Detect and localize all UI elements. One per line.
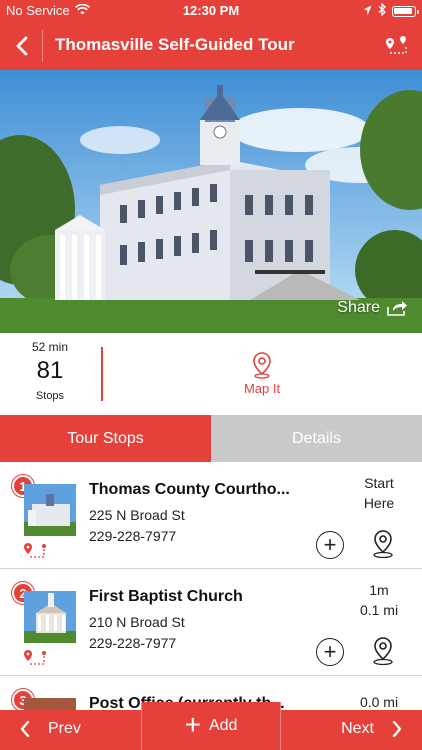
prev-label: Prev <box>48 720 81 737</box>
list-item[interactable]: 1 Thomas County Courtho... 225 N Broad S… <box>0 462 422 569</box>
chevron-left-icon <box>16 36 28 56</box>
stops-label: Stops <box>35 390 65 402</box>
map-pin-icon <box>373 530 393 559</box>
stop-distance: Start Here <box>352 473 406 513</box>
page-title: Thomasville Self-Guided Tour <box>55 35 295 54</box>
map-pin-icon <box>373 637 393 666</box>
stop-meta-line2: Here <box>363 495 395 511</box>
stop-thumbnail <box>24 591 76 643</box>
share-icon <box>387 301 407 316</box>
stops-list: 1 Thomas County Courtho... 225 N Broad S… <box>0 462 422 710</box>
stop-phone[interactable]: 229-228-7977 <box>89 635 176 651</box>
stop-count: 81 <box>36 357 64 384</box>
map-it-label: Map It <box>243 381 281 396</box>
route-icon <box>386 36 407 54</box>
map-pin-icon <box>253 352 271 379</box>
map-it-button[interactable]: Map It <box>222 351 302 396</box>
route-icon <box>22 542 48 560</box>
share-button[interactable]: Share <box>337 299 408 317</box>
prev-button[interactable]: Prev <box>20 720 81 738</box>
stop-name: Thomas County Courtho... <box>89 481 290 498</box>
list-item[interactable]: 2 First Baptist Church 210 N Broad St 22… <box>0 569 422 676</box>
share-label: Share <box>337 299 380 316</box>
plus-icon: + <box>323 639 337 664</box>
plus-icon: + <box>323 532 337 557</box>
next-button[interactable]: Next <box>341 720 402 738</box>
stop-meta-line1: 0.0 mi <box>359 694 399 710</box>
stop-map-button[interactable] <box>369 529 397 559</box>
stop-address: 210 N Broad St <box>89 614 185 630</box>
add-stop-button[interactable]: + <box>316 638 344 666</box>
header-divider <box>42 30 43 62</box>
chevron-left-icon <box>20 721 30 737</box>
bottom-nav: Prev + Add Next <box>0 702 422 750</box>
status-bar: No Service 12:30 PM <box>0 0 422 22</box>
route-icon <box>22 649 48 667</box>
tour-stats: 52 min 81 Stops Map It <box>0 333 422 415</box>
route-map-button[interactable] <box>384 34 410 58</box>
next-label: Next <box>341 720 374 737</box>
chevron-right-icon <box>392 721 402 737</box>
stop-meta-line1: Start <box>364 475 394 491</box>
stop-distance: 1m 0.1 mi <box>352 580 406 620</box>
plus-icon: + <box>184 708 201 740</box>
add-button[interactable]: + Add <box>141 702 281 750</box>
stats-divider <box>101 347 103 401</box>
location-arrow-icon <box>363 4 372 19</box>
stop-thumbnail <box>24 484 76 536</box>
stop-map-button[interactable] <box>369 636 397 666</box>
stop-thumbnail <box>24 698 76 710</box>
app-header: No Service 12:30 PM Thomasville Self-Gui… <box>0 0 422 70</box>
add-stop-button[interactable]: + <box>316 531 344 559</box>
stop-meta-line2: 0.1 mi <box>359 602 399 618</box>
stop-phone[interactable]: 229-228-7977 <box>89 528 176 544</box>
tab-tour-stops[interactable]: Tour Stops <box>0 415 211 462</box>
bluetooth-icon <box>378 2 386 19</box>
stop-address: 225 N Broad St <box>89 507 185 523</box>
tab-bar: Tour Stops Details <box>0 415 422 462</box>
courthouse-photo <box>0 70 422 333</box>
add-label: Add <box>208 717 238 734</box>
stop-meta-line1: 1m <box>369 582 389 598</box>
status-time: 12:30 PM <box>182 3 240 18</box>
stop-distance: 0.0 mi <box>352 692 406 710</box>
hero-image: Share <box>0 70 422 333</box>
tab-details[interactable]: Details <box>211 415 422 462</box>
stop-name: First Baptist Church <box>89 588 243 605</box>
tour-duration: 52 min <box>31 340 69 354</box>
battery-icon <box>392 5 419 17</box>
back-button[interactable] <box>6 30 38 62</box>
